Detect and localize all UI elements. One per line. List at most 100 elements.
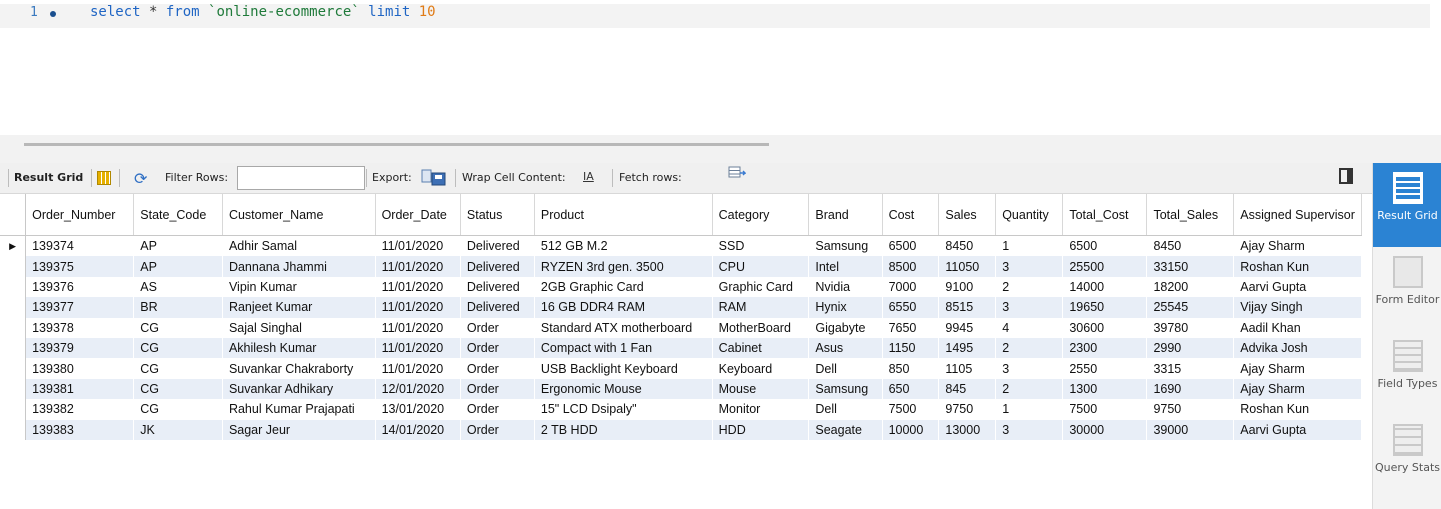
table-cell[interactable]: Delivered (460, 235, 535, 257)
table-cell[interactable]: Aarvi Gupta (1233, 419, 1362, 440)
table-row[interactable]: ▶ 139374 AP Adhir Samal 11/01/2020 Delivered 5… (0, 235, 1362, 257)
table-cell[interactable]: SSD (712, 235, 809, 257)
table-cell[interactable]: 11/01/2020 (375, 276, 461, 298)
table-cell[interactable]: Vipin Kumar (222, 276, 376, 298)
column-header[interactable]: Quantity (995, 194, 1064, 236)
table-cell[interactable]: 10000 (882, 419, 939, 440)
table-cell[interactable]: Order (460, 399, 535, 420)
table-cell[interactable]: Sajal Singhal (222, 317, 376, 338)
table-cell[interactable]: 3 (995, 419, 1063, 440)
wrap-cell-content-icon[interactable]: IA (583, 170, 594, 183)
table-cell[interactable]: Roshan Kun (1233, 399, 1362, 420)
table-cell[interactable]: Standard ATX motherboard (534, 317, 713, 338)
table-row[interactable]: 139378 CG Sajal Singhal 11/01/2020 Order Stan… (0, 317, 1362, 338)
table-cell[interactable]: 1150 (882, 337, 939, 359)
column-header[interactable]: Total_Sales (1146, 194, 1235, 236)
table-cell[interactable]: Ajay Sharm (1233, 378, 1362, 400)
table-cell[interactable]: CG (133, 378, 223, 400)
table-row[interactable]: 139381 CG Suvankar Adhikary 12/01/2020 Order… (0, 378, 1362, 400)
table-row[interactable]: 139376 AS Vipin Kumar 11/01/2020 Delivered 2G… (0, 276, 1362, 298)
table-cell[interactable]: Samsung (808, 378, 883, 400)
table-cell[interactable]: Delivered (460, 256, 535, 277)
table-cell[interactable]: 18200 (1146, 276, 1234, 298)
table-cell[interactable]: 14/01/2020 (375, 419, 461, 440)
column-header[interactable]: State_Code (133, 194, 223, 236)
table-cell[interactable]: 7000 (882, 276, 939, 298)
result-grid[interactable]: Order_Number State_Code Customer_Name Or… (0, 194, 1362, 441)
column-header[interactable]: Cost (882, 194, 940, 236)
toggle-side-panel-icon[interactable] (1339, 168, 1353, 184)
table-cell[interactable]: 2 TB HDD (534, 419, 713, 440)
table-cell[interactable]: Seagate (808, 419, 883, 440)
table-cell[interactable]: Hynix (808, 297, 883, 318)
sql-query-text[interactable]: select * from `online-ecommerce` limit 1… (90, 4, 436, 20)
table-cell[interactable]: Order (460, 358, 535, 379)
table-cell[interactable]: 1300 (1062, 378, 1147, 400)
table-cell[interactable]: 139378 (25, 317, 134, 338)
table-cell[interactable]: Suvankar Chakraborty (222, 358, 376, 379)
table-cell[interactable]: 30600 (1062, 317, 1147, 338)
table-cell[interactable]: 39780 (1146, 317, 1234, 338)
table-cell[interactable]: Ergonomic Mouse (534, 378, 713, 400)
row-header[interactable]: ▶ (0, 235, 27, 257)
table-cell[interactable]: 11/01/2020 (375, 337, 461, 359)
table-cell[interactable]: Monitor (712, 399, 809, 420)
table-cell[interactable]: 1690 (1146, 378, 1234, 400)
table-cell[interactable]: JK (133, 419, 223, 440)
query-stats-panel-button[interactable]: Query Stats (1373, 415, 1441, 499)
table-cell[interactable]: Sagar Jeur (222, 419, 376, 440)
table-cell[interactable]: Ajay Sharm (1233, 358, 1362, 379)
table-cell[interactable]: AS (133, 276, 223, 298)
table-cell[interactable]: USB Backlight Keyboard (534, 358, 713, 379)
table-cell[interactable]: 12/01/2020 (375, 378, 461, 400)
refresh-icon[interactable]: ⟳ (134, 169, 147, 188)
table-cell[interactable]: 25500 (1062, 256, 1147, 277)
column-header[interactable]: Sales (938, 194, 997, 236)
table-cell[interactable]: Rahul Kumar Prajapati (222, 399, 376, 420)
table-cell[interactable]: RAM (712, 297, 809, 318)
table-row[interactable]: 139379 CG Akhilesh Kumar 11/01/2020 Order Com… (0, 337, 1362, 359)
table-cell[interactable]: AP (133, 256, 223, 277)
table-cell[interactable]: 2 (995, 276, 1063, 298)
table-cell[interactable]: 8450 (938, 235, 996, 257)
table-cell[interactable]: 11/01/2020 (375, 256, 461, 277)
table-cell[interactable]: 8450 (1146, 235, 1234, 257)
table-cell[interactable]: AP (133, 235, 223, 257)
table-cell[interactable]: 7500 (882, 399, 939, 420)
table-cell[interactable]: 3 (995, 358, 1063, 379)
column-header[interactable]: Total_Cost (1062, 194, 1148, 236)
table-row[interactable]: 139380 CG Suvankar Chakraborty 11/01/2020 Or… (0, 358, 1362, 379)
column-header[interactable]: Category (712, 194, 810, 236)
column-header[interactable]: Order_Number (25, 194, 135, 236)
table-cell[interactable]: Aarvi Gupta (1233, 276, 1362, 298)
row-header[interactable] (0, 337, 27, 359)
table-cell[interactable]: 19650 (1062, 297, 1147, 318)
row-header[interactable] (0, 256, 27, 277)
table-cell[interactable]: 8500 (882, 256, 939, 277)
table-cell[interactable]: 2300 (1062, 337, 1147, 359)
table-cell[interactable]: Intel (808, 256, 883, 277)
row-header[interactable] (0, 399, 27, 420)
table-row[interactable]: 139383 JK Sagar Jeur 14/01/2020 Order 2 TB HD… (0, 419, 1362, 440)
table-cell[interactable]: Dell (808, 399, 883, 420)
table-cell[interactable]: 139380 (25, 358, 134, 379)
table-cell[interactable]: 7500 (1062, 399, 1147, 420)
table-cell[interactable]: Graphic Card (712, 276, 809, 298)
table-cell[interactable]: Keyboard (712, 358, 809, 379)
editor-horizontal-scrollbar[interactable] (24, 143, 769, 146)
table-cell[interactable]: Suvankar Adhikary (222, 378, 376, 400)
table-cell[interactable]: 16 GB DDR4 RAM (534, 297, 713, 318)
table-cell[interactable]: 845 (938, 378, 996, 400)
table-cell[interactable]: 3 (995, 256, 1063, 277)
table-cell[interactable]: Adhir Samal (222, 235, 376, 257)
column-header[interactable]: Product (534, 194, 713, 236)
table-cell[interactable]: 3315 (1146, 358, 1234, 379)
row-header[interactable] (0, 276, 27, 298)
table-cell[interactable]: 650 (882, 378, 939, 400)
column-header[interactable]: Status (460, 194, 535, 236)
table-cell[interactable]: 2 (995, 337, 1063, 359)
row-header[interactable] (0, 378, 27, 400)
table-cell[interactable]: 7650 (882, 317, 939, 338)
table-cell[interactable]: Roshan Kun (1233, 256, 1362, 277)
field-types-panel-button[interactable]: Field Types (1373, 331, 1441, 415)
